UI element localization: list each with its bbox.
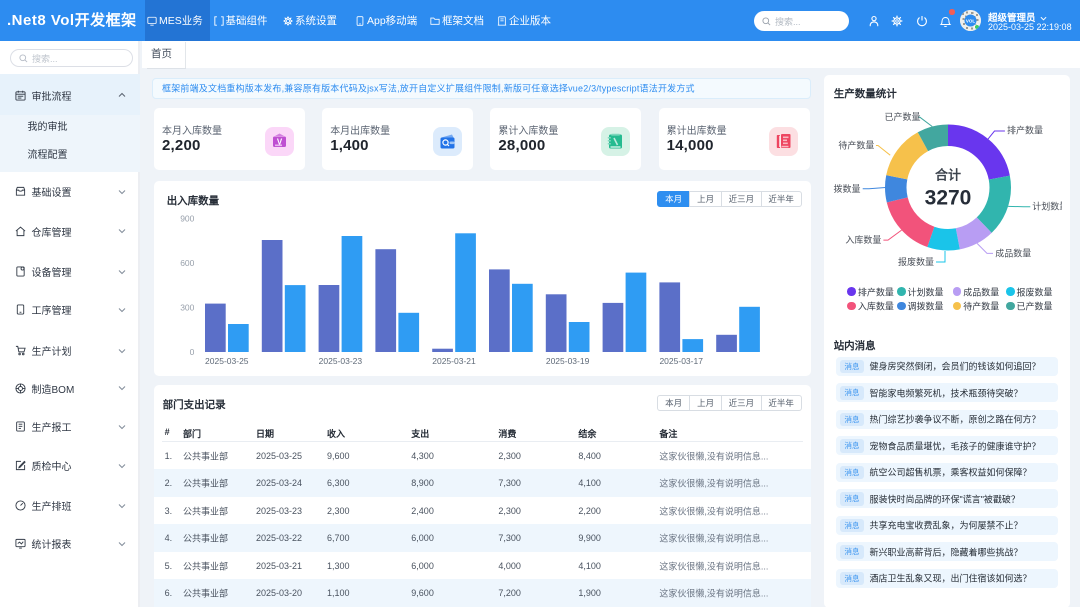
svg-text:VOL: VOL bbox=[966, 19, 976, 24]
svg-text:计划数量: 计划数量 bbox=[1032, 200, 1062, 211]
svg-text:0: 0 bbox=[190, 347, 195, 357]
svg-text:2025-03-19: 2025-03-19 bbox=[546, 356, 590, 366]
svg-text:排产数量: 排产数量 bbox=[1007, 124, 1043, 135]
svg-text:待产数量: 待产数量 bbox=[838, 139, 874, 150]
svg-text:报废数量: 报废数量 bbox=[898, 256, 934, 267]
svg-text:3270: 3270 bbox=[925, 186, 972, 209]
svg-text:成品数量: 成品数量 bbox=[995, 247, 1031, 258]
svg-text:已产数量: 已产数量 bbox=[884, 111, 920, 122]
svg-text:2025-03-17: 2025-03-17 bbox=[659, 356, 703, 366]
svg-text:入库数量: 入库数量 bbox=[845, 234, 881, 245]
svg-text:合计: 合计 bbox=[935, 167, 961, 182]
svg-text:2025-03-21: 2025-03-21 bbox=[432, 356, 476, 366]
svg-text:600: 600 bbox=[180, 258, 194, 268]
svg-text:2025-03-23: 2025-03-23 bbox=[319, 356, 363, 366]
svg-text:300: 300 bbox=[180, 303, 194, 313]
svg-text:2025-03-25: 2025-03-25 bbox=[205, 356, 249, 366]
svg-text:调拨数量: 调拨数量 bbox=[824, 183, 860, 194]
svg-text:900: 900 bbox=[180, 214, 194, 224]
